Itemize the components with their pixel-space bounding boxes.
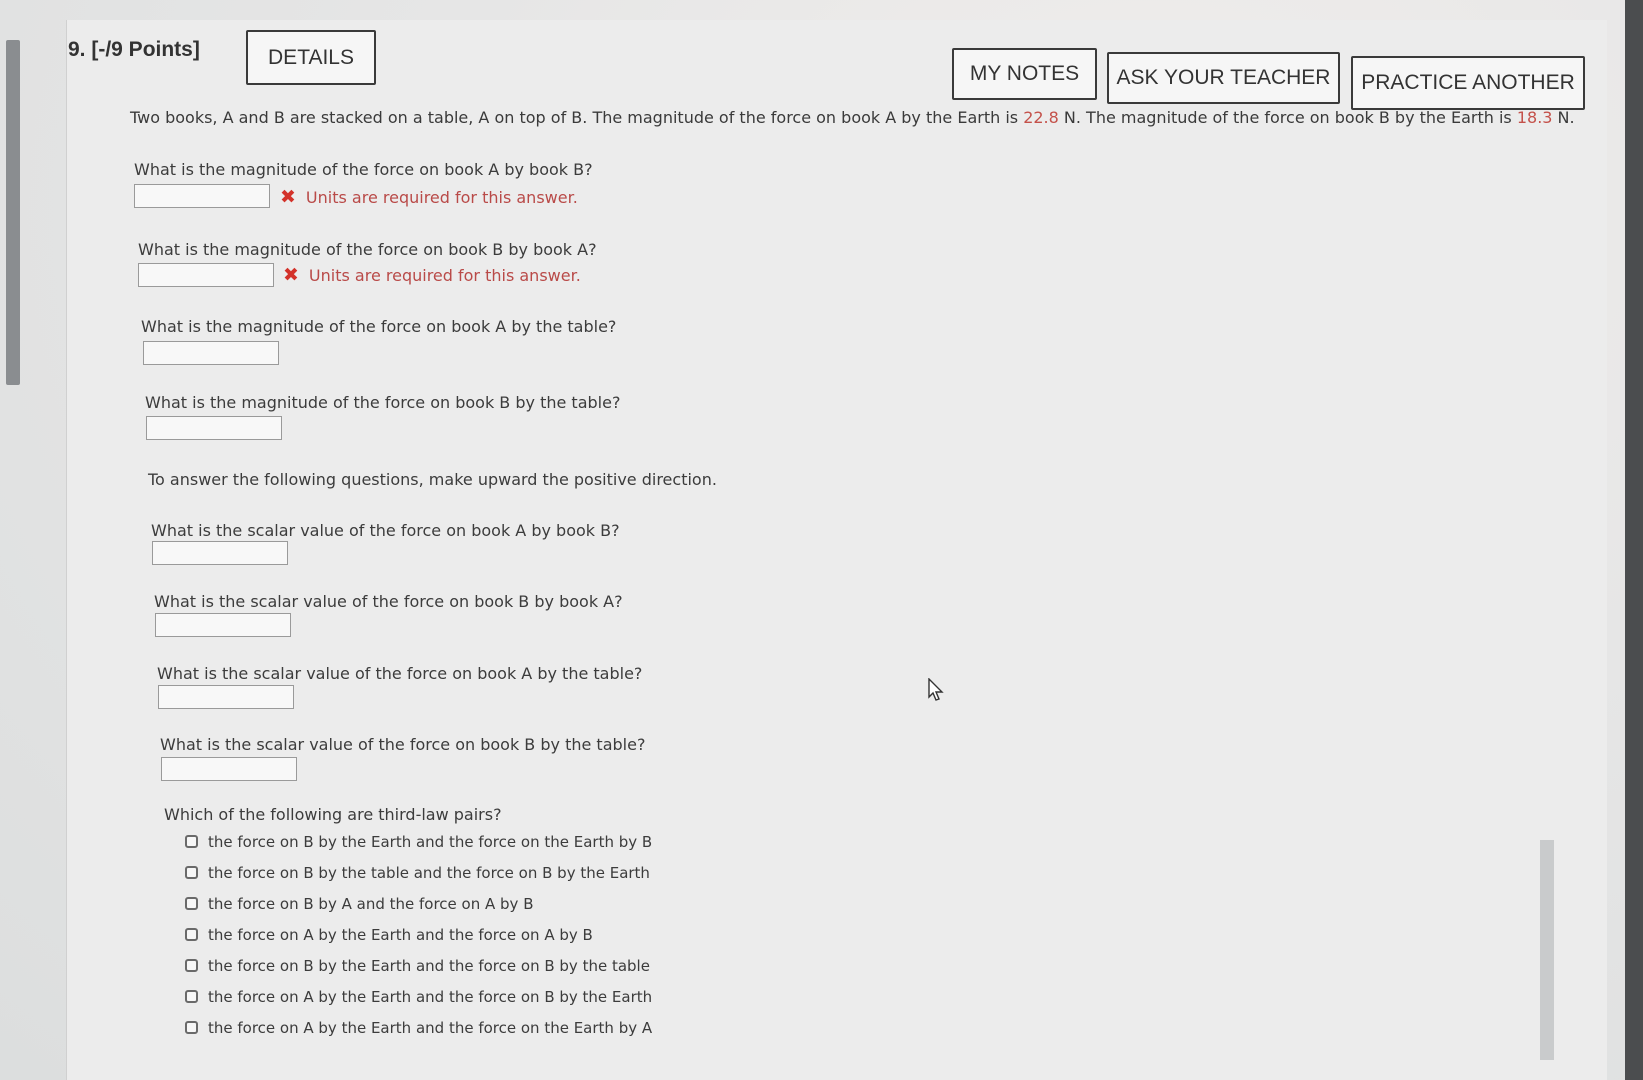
third-law-option[interactable]: the force on A by the Earth and the forc…: [185, 1012, 652, 1043]
option-label: the force on B by the Earth and the forc…: [208, 956, 650, 975]
answer-input-2[interactable]: [138, 263, 274, 287]
monitor-edge: [1625, 0, 1643, 1080]
option-label: the force on B by the Earth and the forc…: [208, 832, 653, 851]
option-label: the force on A by the Earth and the forc…: [208, 1018, 653, 1037]
third-law-prompt: Which of the following are third-law pai…: [164, 805, 502, 824]
checkbox[interactable]: [185, 959, 198, 972]
question-4-label: What is the magnitude of the force on bo…: [145, 393, 621, 412]
question-7-label: What is the scalar value of the force on…: [157, 664, 643, 683]
answer-input-5[interactable]: [152, 541, 288, 565]
third-law-option[interactable]: the force on B by the Earth and the forc…: [185, 950, 652, 981]
checkbox[interactable]: [185, 866, 198, 879]
error-x-icon: ✖: [283, 264, 299, 286]
answer-input-1[interactable]: [134, 184, 270, 208]
units-error-1: ✖ Units are required for this answer.: [280, 186, 578, 208]
problem-statement: Two books, A and B are stacked on a tabl…: [130, 106, 1580, 130]
answer-input-6[interactable]: [155, 613, 291, 637]
answer-input-4[interactable]: [146, 416, 282, 440]
left-scrollbar[interactable]: [6, 40, 20, 385]
question-number-points: 9. [-/9 Points]: [68, 38, 200, 61]
option-label: the force on B by the table and the forc…: [208, 863, 650, 882]
question-2-label: What is the magnitude of the force on bo…: [138, 240, 597, 259]
mouse-cursor-icon: [928, 678, 944, 701]
force-value-b: 18.3: [1516, 108, 1553, 127]
units-error-text-2: Units are required for this answer.: [308, 265, 581, 285]
third-law-option[interactable]: the force on B by the table and the forc…: [185, 857, 652, 888]
right-scrollbar[interactable]: [1540, 840, 1554, 1060]
details-button[interactable]: DETAILS: [246, 30, 376, 85]
checkbox[interactable]: [185, 835, 198, 848]
practice-another-button[interactable]: PRACTICE ANOTHER: [1351, 56, 1585, 110]
third-law-option[interactable]: the force on A by the Earth and the forc…: [185, 981, 652, 1012]
question-6-label: What is the scalar value of the force on…: [154, 592, 623, 611]
force-value-a: 22.8: [1023, 108, 1059, 127]
third-law-option[interactable]: the force on A by the Earth and the forc…: [185, 919, 652, 950]
problem-text-2: N. The magnitude of the force on book B …: [1058, 108, 1517, 127]
option-label: the force on B by A and the force on A b…: [208, 894, 534, 913]
units-error-2: ✖ Units are required for this answer.: [283, 264, 581, 286]
third-law-option[interactable]: the force on B by A and the force on A b…: [185, 888, 652, 919]
units-error-text-1: Units are required for this answer.: [305, 187, 578, 207]
third-law-options: the force on B by the Earth and the forc…: [185, 826, 652, 1043]
error-x-icon: ✖: [280, 186, 296, 208]
ask-your-teacher-button[interactable]: ASK YOUR TEACHER: [1107, 52, 1340, 104]
option-label: the force on A by the Earth and the forc…: [208, 925, 593, 944]
checkbox[interactable]: [185, 990, 198, 1003]
problem-text-1: Two books, A and B are stacked on a tabl…: [130, 108, 1024, 127]
answer-input-3[interactable]: [143, 341, 279, 365]
answer-input-7[interactable]: [158, 685, 294, 709]
answer-input-8[interactable]: [161, 757, 297, 781]
checkbox[interactable]: [185, 928, 198, 941]
third-law-option[interactable]: the force on B by the Earth and the forc…: [185, 826, 652, 857]
option-label: the force on A by the Earth and the forc…: [208, 987, 653, 1006]
checkbox[interactable]: [185, 1021, 198, 1034]
question-1-label: What is the magnitude of the force on bo…: [134, 160, 593, 179]
question-5-label: What is the scalar value of the force on…: [151, 521, 620, 540]
problem-text-3: N.: [1552, 108, 1575, 127]
my-notes-button[interactable]: MY NOTES: [952, 48, 1097, 100]
question-3-label: What is the magnitude of the force on bo…: [141, 317, 617, 336]
checkbox[interactable]: [185, 897, 198, 910]
question-8-label: What is the scalar value of the force on…: [160, 735, 646, 754]
direction-note: To answer the following questions, make …: [148, 470, 717, 489]
